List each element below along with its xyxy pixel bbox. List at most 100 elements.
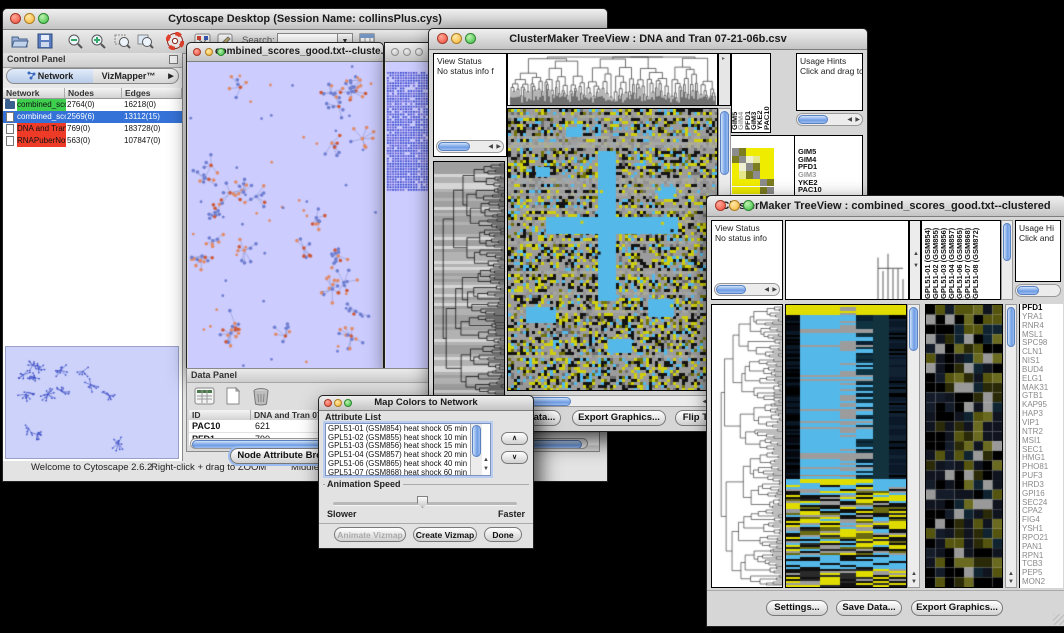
tv2-zoom-header-icons: ○○○○○○○ [926,295,977,302]
tv2-arrow-strip[interactable]: ▲ ▼ [909,220,921,300]
birdseye-view[interactable] [5,346,179,459]
main-title-bar[interactable]: Cytoscape Desktop (Session Name: collins… [3,9,607,30]
tv2-usage-hscrollbar[interactable] [1015,284,1061,297]
attribute-up-button[interactable]: ∧ [501,432,528,445]
resize-grip[interactable] [1053,614,1064,625]
column-header-network[interactable]: Network [3,88,65,99]
zoom-in-icon[interactable] [90,33,106,49]
matrix-cell [739,148,746,156]
tv2-heatmap-vscrollbar[interactable]: ▲ ▼ [907,304,920,588]
zoom-fit-icon[interactable] [137,33,154,49]
help-lifesaver-icon[interactable] [166,32,184,50]
tv2-save-data-button[interactable]: Save Data... [836,600,902,616]
tv1-row-dendrogram[interactable] [433,161,505,397]
tv2-zoom-heatmap[interactable] [925,304,1003,588]
tv1-export-graphics-button[interactable]: Export Graphics... [572,410,666,426]
network-view-window: combined_scores_good.txt--cluste... [186,42,384,370]
attribute-item[interactable]: GPL51-07 (GSM868) heat shock 60 min [328,469,467,476]
matrix-cell [760,187,767,195]
create-vizmap-button[interactable]: Create Vizmap [413,527,477,542]
slider-thumb[interactable] [417,496,428,508]
tv1-status-hscrollbar[interactable]: ◀ ▶ [436,140,504,153]
node-count: 769(0) [67,123,90,135]
treeview2-title: ClusterMaker TreeView : combined_scores_… [721,200,1050,212]
tv2-row-dendrogram[interactable] [711,304,783,588]
tv1-column-dendrogram[interactable] [507,53,718,106]
network-tree-row[interactable]: combined_sco2569(6)13112(15) [3,111,182,123]
matrix-cell [732,171,739,179]
close-button[interactable] [437,33,448,44]
tab-network[interactable]: Network [6,68,94,84]
treeview2-title-bar[interactable]: ClusterMaker TreeView : combined_scores_… [707,196,1064,217]
minimize-button[interactable] [334,399,342,407]
tv2-status-hscrollbar[interactable]: ◀ ▶ [714,283,780,296]
treeview1-title-bar[interactable]: ClusterMaker TreeView : DNA and Tran 07-… [429,29,867,50]
matrix-cell [753,156,760,164]
close-button[interactable] [324,399,332,407]
zoom-window-button[interactable] [743,200,754,211]
attribute-listbox[interactable]: GPL51-01 (GSM854) heat shock 05 minGPL51… [325,423,491,476]
matrix-cell [767,179,774,187]
matrix-cell [746,156,753,164]
network-tree-row[interactable]: DNA and Tran 07769(0)183728(0) [3,123,182,135]
zoom-window-button[interactable] [217,48,225,56]
attribute-down-button[interactable]: ∨ [501,451,528,464]
close-button[interactable] [10,13,21,24]
close-button[interactable] [391,48,399,56]
minimize-button[interactable] [451,33,462,44]
matrix-cell [739,171,746,179]
delete-attribute-trash-icon[interactable] [250,386,272,406]
zoom-window-button[interactable] [38,13,49,24]
column-label: GPL51-08 (GSM872) [972,222,980,299]
matrix-cell [753,163,760,171]
column-header-edges[interactable]: Edges [122,88,182,99]
matrix-cell [760,156,767,164]
zoom-out-icon[interactable] [67,33,83,49]
tv1-heatmap-hscrollbar[interactable]: ◀ ▶ [507,395,718,407]
zoom-window-button[interactable] [415,48,423,56]
float-panel-icon[interactable] [169,55,178,64]
minimize-button[interactable] [205,48,213,56]
attribute-list-vscrollbar[interactable] [470,424,482,475]
network-canvas-area[interactable] [188,62,382,368]
matrix-cell [753,179,760,187]
close-button[interactable] [715,200,726,211]
network-tree-row[interactable]: RNAPuberNov2+563(0)107847(0) [3,135,182,147]
file-icon [6,136,14,146]
tab-vizmapper[interactable]: VizMapper™ [93,68,165,84]
tv2-settings-button[interactable]: Settings... [766,600,828,616]
tv2-column-dendrogram[interactable] [785,220,909,300]
minimize-button[interactable] [403,48,411,56]
attribute-list-label: Attribute List [325,412,381,422]
matrix-cell [767,163,774,171]
new-attribute-icon[interactable] [222,386,244,406]
network-view-title-bar[interactable]: combined_scores_good.txt--cluste... [187,43,383,62]
minimize-button[interactable] [729,200,740,211]
zoom-window-button[interactable] [465,33,476,44]
network-tree-row[interactable]: combined_scores2764(0)16218(0) [3,99,182,111]
done-button[interactable]: Done [484,527,522,542]
column-header-nodes[interactable]: Nodes [65,88,122,99]
zoom-selected-icon[interactable] [114,33,131,49]
minimize-button[interactable] [24,13,35,24]
dialog-title-bar[interactable]: Map Colors to Network [319,396,533,411]
tv1-heatmap[interactable] [507,108,718,391]
matrix-cell [760,163,767,171]
save-icon[interactable] [37,33,53,49]
main-window-title: Cytoscape Desktop (Session Name: collins… [168,13,442,25]
tab-more-button[interactable]: ▶ [164,68,179,84]
tv2-top-vscrollbar[interactable] [1001,220,1013,300]
close-button[interactable] [193,48,201,56]
attribute-select-icon[interactable] [194,386,216,406]
tv1-usage-hscrollbar[interactable]: ◀ ▶ [796,113,863,126]
tv1-similarity-matrix[interactable] [732,148,774,195]
animate-vizmap-button[interactable]: Animate Vizmap [334,527,406,542]
tv2-heatmap[interactable] [785,304,907,588]
zoom-window-button[interactable] [344,399,352,407]
gene-label[interactable]: MON2 [1022,578,1063,587]
tv2-export-graphics-button[interactable]: Export Graphics... [911,600,1003,616]
row-label: PAC10 [798,186,822,194]
tv2-genelist-vscrollbar[interactable]: ▲ ▼ [1005,304,1017,588]
open-file-icon[interactable] [11,33,29,49]
matrix-cell [760,148,767,156]
